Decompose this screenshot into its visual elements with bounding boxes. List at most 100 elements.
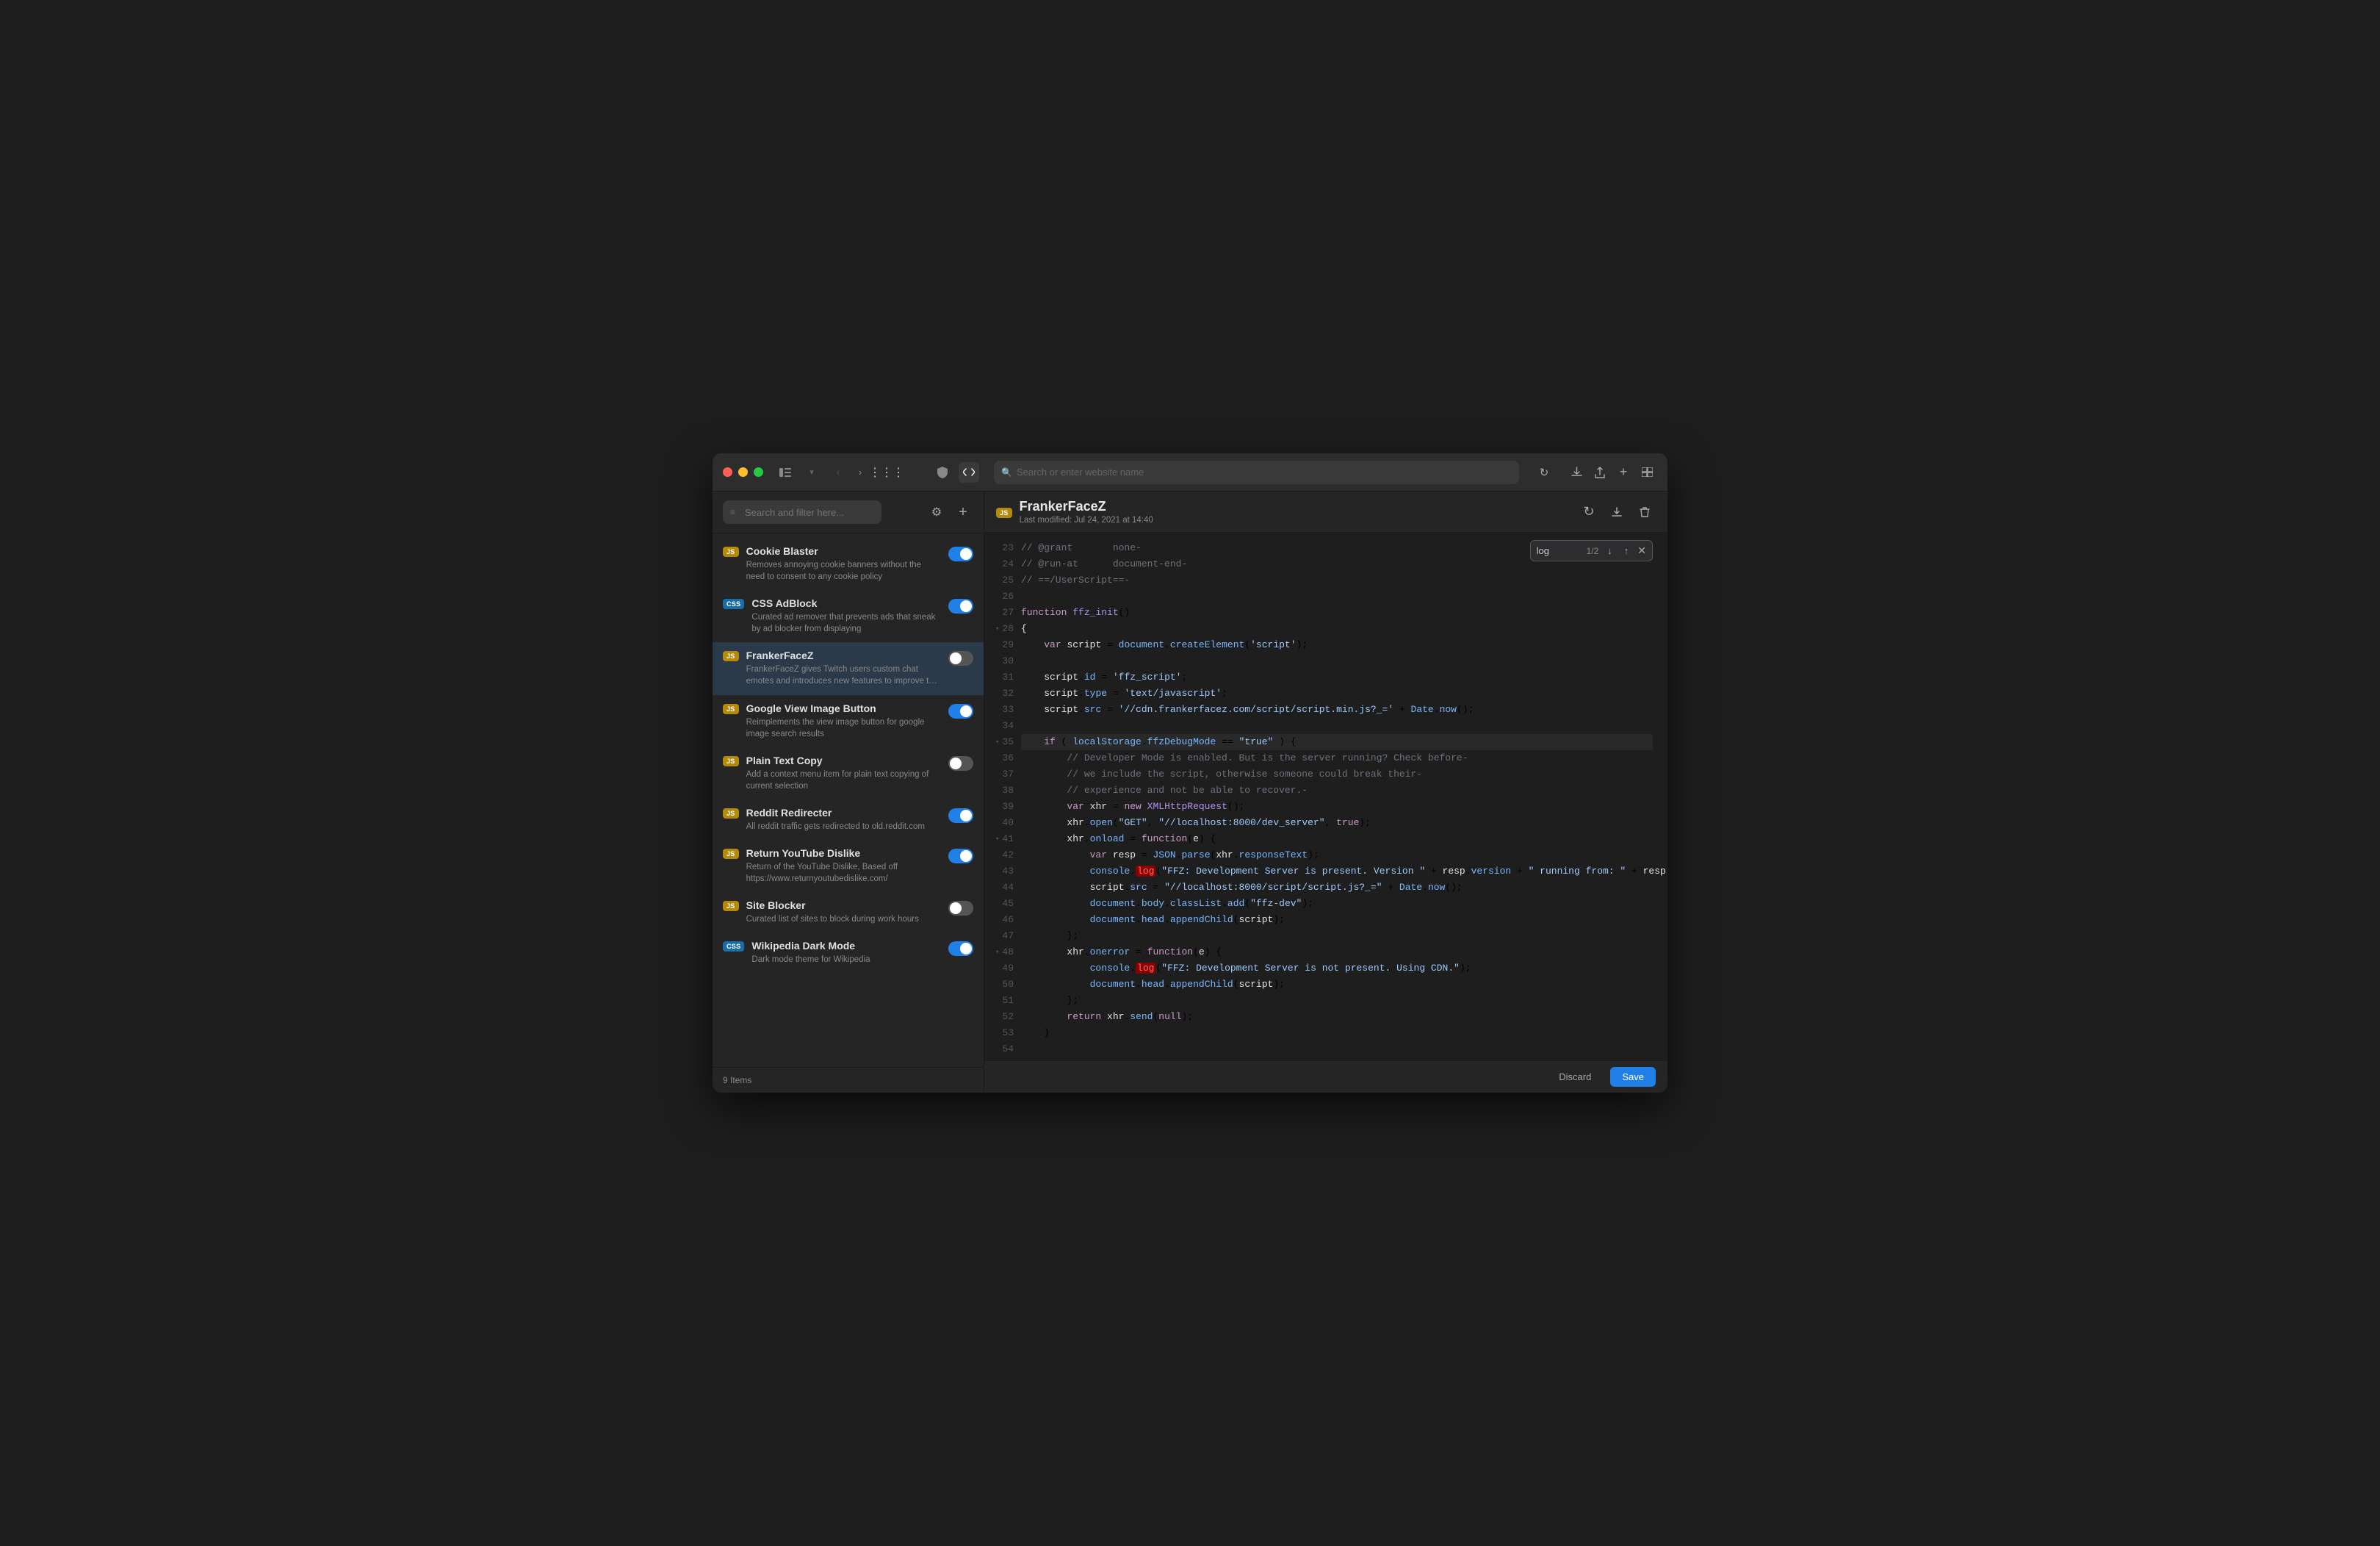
search-close-button[interactable]: ✕ bbox=[1637, 544, 1646, 557]
minimize-button[interactable] bbox=[738, 467, 748, 477]
script-item-google-view-image[interactable]: JS Google View Image Button Reimplements… bbox=[713, 695, 984, 747]
code-line-46: document.head.appendChild(script); bbox=[1021, 912, 1653, 928]
fold-icon-28[interactable]: ▾ bbox=[995, 621, 999, 637]
discard-button[interactable]: Discard bbox=[1547, 1067, 1603, 1087]
script-toggle-wikipedia-dark-mode[interactable] bbox=[948, 941, 973, 960]
code-line-45: document.body.classList.add("ffz-dev"); bbox=[1021, 896, 1653, 912]
search-up-button[interactable]: ↑ bbox=[1621, 544, 1632, 558]
search-overlay: 1/2 ↓ ↑ ✕ bbox=[1530, 540, 1653, 561]
sidebar-search-input[interactable] bbox=[723, 500, 881, 524]
editor-title-area: JS FrankerFaceZ Last modified: Jul 24, 2… bbox=[996, 499, 1153, 525]
fold-icon-41[interactable]: ▾ bbox=[995, 831, 999, 847]
settings-button[interactable]: ⚙ bbox=[926, 502, 947, 522]
toggle-button-css-adblock[interactable] bbox=[948, 599, 973, 614]
add-script-button[interactable]: + bbox=[953, 502, 973, 522]
share-button[interactable] bbox=[1590, 462, 1610, 483]
forward-button[interactable]: › bbox=[850, 462, 870, 483]
download-icon-button[interactable] bbox=[1566, 462, 1587, 483]
editor-last-modified: Last modified: Jul 24, 2021 at 14:40 bbox=[1020, 516, 1153, 525]
editor-body[interactable]: 1/2 ↓ ↑ ✕ 2324252627▾28293031323334▾3536… bbox=[984, 533, 1667, 1060]
line-number-28: ▾28 bbox=[995, 621, 1014, 637]
toggle-button-plain-text-copy[interactable] bbox=[948, 756, 973, 771]
toggle-button-google-view-image[interactable] bbox=[948, 704, 973, 719]
back-button[interactable]: ‹ bbox=[828, 462, 848, 483]
script-info-css-adblock: CSS AdBlock Curated ad remover that prev… bbox=[751, 597, 941, 635]
toggle-button-cookie-blaster[interactable] bbox=[948, 547, 973, 561]
line-number-27: 27 bbox=[995, 605, 1014, 621]
script-item-css-adblock[interactable]: CSS CSS AdBlock Curated ad remover that … bbox=[713, 590, 984, 642]
search-input[interactable] bbox=[1537, 545, 1581, 556]
code-line-32: script.type = 'text/javascript'; bbox=[1021, 686, 1653, 702]
script-item-cookie-blaster[interactable]: JS Cookie Blaster Removes annoying cooki… bbox=[713, 538, 984, 590]
code-line-29: var script = document.createElement('scr… bbox=[1021, 637, 1653, 653]
script-toggle-cookie-blaster[interactable] bbox=[948, 547, 973, 565]
fold-icon-48[interactable]: ▾ bbox=[995, 944, 999, 960]
script-name-css-adblock: CSS AdBlock bbox=[751, 597, 941, 609]
reload-button[interactable]: ↻ bbox=[1534, 462, 1554, 483]
search-down-button[interactable]: ↓ bbox=[1604, 544, 1615, 558]
line-number-24: 24 bbox=[995, 556, 1014, 572]
script-badge-frankerfacez: JS bbox=[723, 651, 739, 661]
script-item-reddit-redirecter[interactable]: JS Reddit Redirecter All reddit traffic … bbox=[713, 799, 984, 840]
script-name-google-view-image: Google View Image Button bbox=[746, 702, 941, 714]
line-number-26: 26 bbox=[995, 589, 1014, 605]
script-badge-return-youtube-dislike: JS bbox=[723, 849, 739, 859]
script-item-return-youtube-dislike[interactable]: JS Return YouTube Dislike Return of the … bbox=[713, 840, 984, 892]
close-button[interactable] bbox=[723, 467, 732, 477]
code-line-38: // experience and not be able to recover… bbox=[1021, 783, 1653, 799]
script-item-site-blocker[interactable]: JS Site Blocker Curated list of sites to… bbox=[713, 892, 984, 932]
script-item-wikipedia-dark-mode[interactable]: CSS Wikipedia Dark Mode Dark mode theme … bbox=[713, 932, 984, 973]
script-badge-google-view-image: JS bbox=[723, 704, 739, 714]
script-name-plain-text-copy: Plain Text Copy bbox=[746, 755, 941, 766]
toggle-button-return-youtube-dislike[interactable] bbox=[948, 849, 973, 863]
script-desc-return-youtube-dislike: Return of the YouTube Dislike, Based off… bbox=[746, 861, 941, 885]
code-icon-button[interactable] bbox=[959, 462, 979, 483]
line-number-50: 50 bbox=[995, 977, 1014, 993]
toggle-button-frankerfacez[interactable] bbox=[948, 651, 973, 666]
refresh-button[interactable]: ↻ bbox=[1578, 501, 1600, 523]
line-number-30: 30 bbox=[995, 653, 1014, 669]
code-line-42: var resp = JSON.parse(xhr.responseText); bbox=[1021, 847, 1653, 863]
script-info-google-view-image: Google View Image Button Reimplements th… bbox=[746, 702, 941, 740]
script-toggle-site-blocker[interactable] bbox=[948, 901, 973, 919]
items-count: 9 Items bbox=[723, 1075, 751, 1085]
titlebar: ▾ ‹ › ⋮⋮⋮ 🔍 Search or enter website name… bbox=[713, 453, 1667, 492]
script-desc-css-adblock: Curated ad remover that prevents ads tha… bbox=[751, 611, 941, 635]
line-number-29: 29 bbox=[995, 637, 1014, 653]
tabs-button[interactable] bbox=[1637, 462, 1657, 483]
line-number-46: 46 bbox=[995, 912, 1014, 928]
script-toggle-css-adblock[interactable] bbox=[948, 599, 973, 617]
fullscreen-button[interactable] bbox=[754, 467, 763, 477]
address-bar[interactable]: 🔍 Search or enter website name bbox=[994, 461, 1519, 484]
script-item-frankerfacez[interactable]: JS FrankerFaceZ FrankerFaceZ gives Twitc… bbox=[713, 642, 984, 694]
script-info-frankerfacez: FrankerFaceZ FrankerFaceZ gives Twitch u… bbox=[746, 650, 941, 687]
delete-button[interactable] bbox=[1634, 501, 1656, 523]
editor-footer: Discard Save bbox=[984, 1060, 1667, 1093]
save-button[interactable]: Save bbox=[1610, 1067, 1656, 1087]
toggle-button-reddit-redirecter[interactable] bbox=[948, 808, 973, 823]
toggle-button-wikipedia-dark-mode[interactable] bbox=[948, 941, 973, 956]
script-toggle-return-youtube-dislike[interactable] bbox=[948, 849, 973, 867]
script-item-plain-text-copy[interactable]: JS Plain Text Copy Add a context menu it… bbox=[713, 747, 984, 799]
script-name-return-youtube-dislike: Return YouTube Dislike bbox=[746, 847, 941, 859]
script-toggle-reddit-redirecter[interactable] bbox=[948, 808, 973, 827]
code-line-48: xhr.onerror = function(e) { bbox=[1021, 944, 1653, 960]
script-toggle-frankerfacez[interactable] bbox=[948, 651, 973, 669]
sidebar-toggle-button[interactable] bbox=[775, 462, 796, 483]
script-toggle-plain-text-copy[interactable] bbox=[948, 756, 973, 774]
code-lines[interactable]: // @grant none-// @run-at document-end-/… bbox=[1021, 540, 1667, 1060]
script-toggle-google-view-image[interactable] bbox=[948, 704, 973, 722]
search-count: 1/2 bbox=[1587, 546, 1599, 556]
editor-header: JS FrankerFaceZ Last modified: Jul 24, 2… bbox=[984, 492, 1667, 533]
line-number-45: 45 bbox=[995, 896, 1014, 912]
grid-button[interactable]: ⋮⋮⋮ bbox=[876, 462, 897, 483]
code-line-33: script.src = '//cdn.frankerfacez.com/scr… bbox=[1021, 702, 1653, 718]
fold-icon-35[interactable]: ▾ bbox=[995, 734, 999, 750]
sidebar-toggle-chevron[interactable]: ▾ bbox=[801, 462, 822, 483]
add-tab-button[interactable]: + bbox=[1613, 462, 1634, 483]
code-line-28: { bbox=[1021, 621, 1653, 637]
editor-title-info: FrankerFaceZ Last modified: Jul 24, 2021… bbox=[1020, 499, 1153, 525]
download-script-button[interactable] bbox=[1606, 501, 1628, 523]
toggle-button-site-blocker[interactable] bbox=[948, 901, 973, 916]
shield-icon-button[interactable] bbox=[932, 462, 953, 483]
